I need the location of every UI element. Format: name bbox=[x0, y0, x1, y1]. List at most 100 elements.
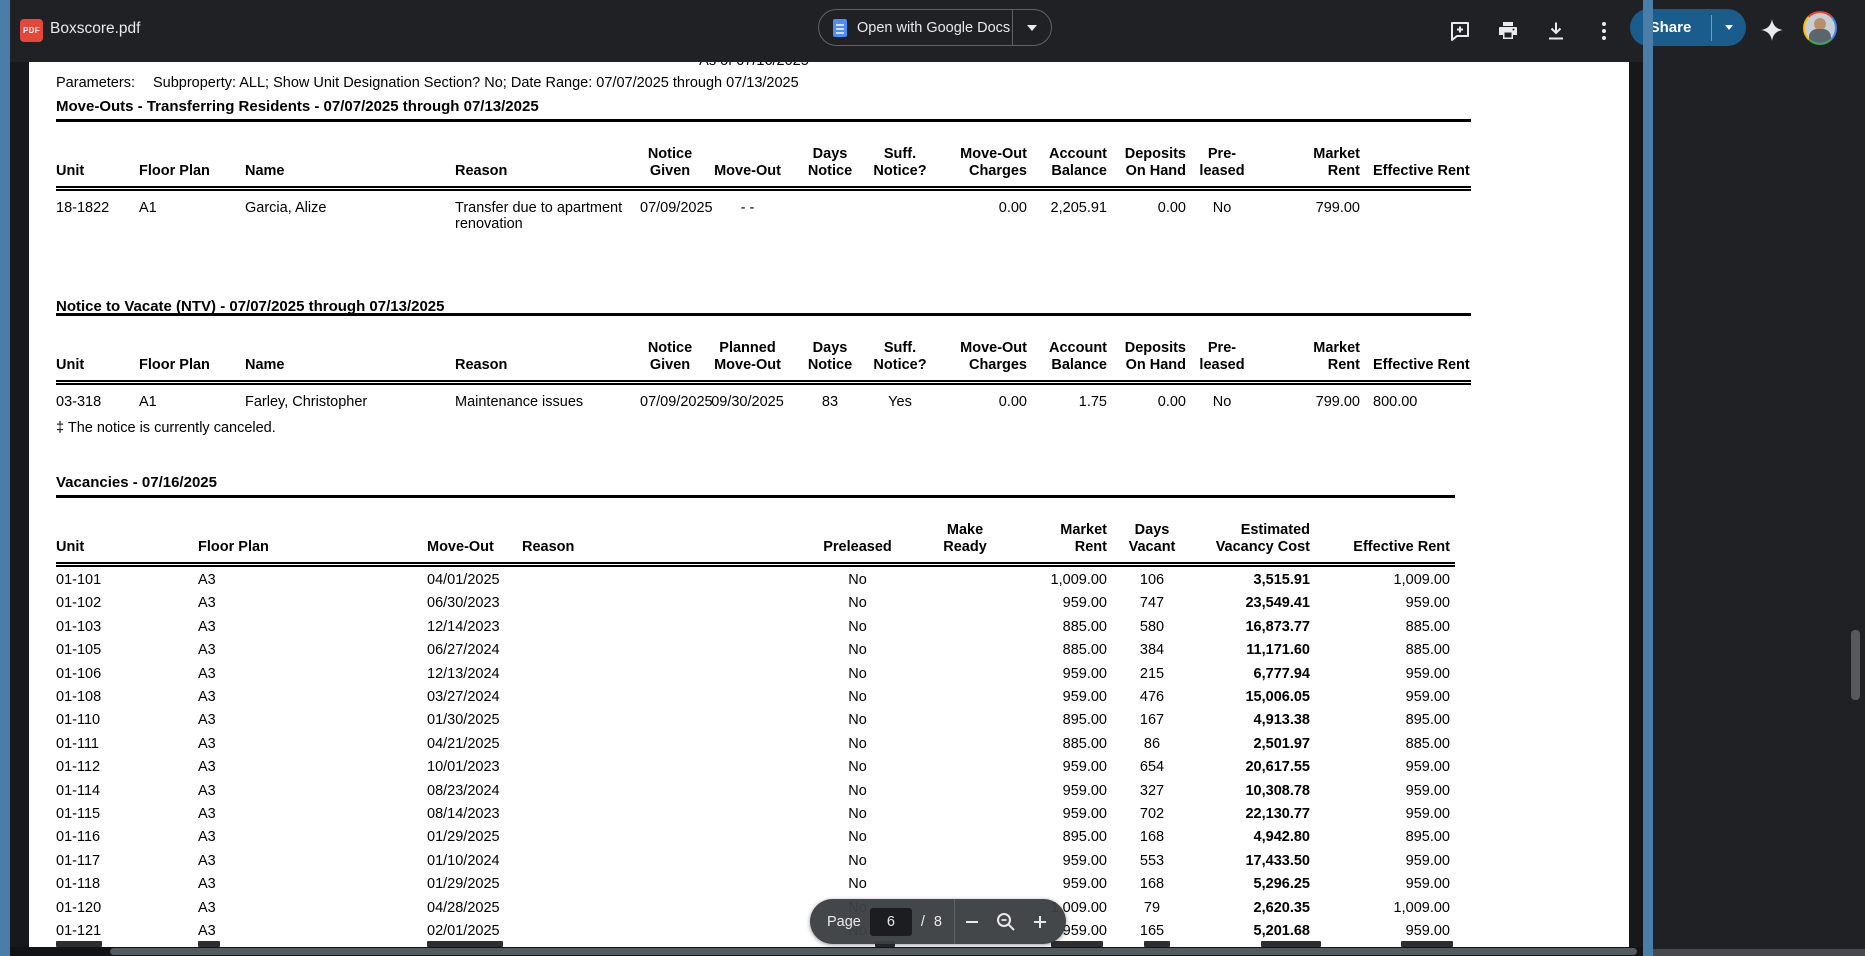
horizontal-scrollbar-thumb[interactable] bbox=[110, 948, 1637, 955]
column-header: Deposits On Hand bbox=[1112, 314, 1191, 385]
add-comment-icon bbox=[1451, 22, 1469, 41]
cell-reason bbox=[522, 873, 795, 896]
cell-preleased: No bbox=[848, 712, 867, 729]
add-comment-button[interactable] bbox=[1445, 16, 1475, 46]
cell-move_out: 03/27/2024 bbox=[427, 689, 500, 706]
cell-reason bbox=[522, 663, 795, 686]
cell-days_vacant: 327 bbox=[1139, 782, 1165, 799]
header-row: Unit Floor Plan Move-Out Reason Preleased Mak… bbox=[56, 496, 1455, 567]
cell-days_vacant: 165 bbox=[1139, 923, 1165, 940]
column-header: Deposits On Hand bbox=[1112, 120, 1191, 191]
cell-effective_rent: 959.00 bbox=[1405, 876, 1450, 893]
cell-unit: 01-114 bbox=[56, 782, 101, 799]
column-header: Market Rent bbox=[1253, 120, 1365, 191]
column-header: Pre- leased bbox=[1191, 314, 1253, 385]
cell-market_rent: 1,009.00 bbox=[1050, 572, 1107, 588]
cell-account_balance: 1.75 bbox=[1078, 394, 1107, 410]
cell-days_vacant: 79 bbox=[1143, 899, 1161, 916]
download-button[interactable] bbox=[1541, 16, 1571, 46]
cell-reason bbox=[522, 709, 795, 732]
page-number-input[interactable]: 6 bbox=[869, 907, 912, 936]
cell-reason bbox=[522, 686, 795, 709]
table-row: 01-111 A3 04/21/2025 No 885.00 86 2,501.97 885.… bbox=[56, 733, 1455, 756]
print-button[interactable] bbox=[1493, 16, 1523, 46]
cell-days_vacant: 580 bbox=[1139, 618, 1165, 635]
cell-market_rent: 959.00 bbox=[1062, 595, 1107, 612]
cell-days_vacant: 168 bbox=[1139, 876, 1165, 893]
outer-horizontal-scrollbar[interactable] bbox=[1653, 949, 1865, 956]
zoom-out-button[interactable] bbox=[955, 905, 989, 939]
chevron-down-icon bbox=[1725, 25, 1733, 30]
cell-move_out: 12/14/2023 bbox=[427, 618, 500, 635]
share-dropdown[interactable] bbox=[1712, 25, 1746, 30]
cell-effective_rent: 885.00 bbox=[1405, 642, 1450, 659]
table-row: 01-101 A3 04/01/2025 No 1,009.00 106 3,515.91 1… bbox=[56, 565, 1455, 593]
cell-make_ready bbox=[920, 592, 1010, 615]
cell-floor_plan: A3 bbox=[198, 899, 216, 916]
cell-days_vacant: 384 bbox=[1139, 642, 1165, 659]
split-divider-right[interactable] bbox=[1643, 0, 1653, 956]
cell-preleased: No bbox=[848, 852, 867, 869]
cell-est_vacancy_cost: 4,942.80 bbox=[1253, 829, 1310, 846]
cell-unit: 01-106 bbox=[56, 665, 102, 682]
print-icon bbox=[1499, 22, 1517, 39]
ntv-footnote: ‡ The notice is currently canceled. bbox=[56, 420, 276, 436]
split-divider-left[interactable] bbox=[0, 0, 10, 956]
cell-deposits_on_hand: 0.00 bbox=[1157, 394, 1186, 410]
cell-days_vacant: 702 bbox=[1139, 806, 1165, 823]
cell-est_vacancy_cost: 15,006.05 bbox=[1245, 689, 1310, 706]
cell-unit: 01-120 bbox=[56, 899, 102, 916]
cell-floor_plan: A3 bbox=[198, 642, 216, 659]
column-header: Suff. Notice? bbox=[865, 120, 935, 191]
cell-floor_plan: A3 bbox=[198, 572, 216, 588]
page-total: 8 bbox=[933, 913, 942, 930]
cell-est_vacancy_cost: 2,620.35 bbox=[1253, 899, 1310, 916]
column-header: Floor Plan bbox=[139, 120, 245, 191]
account-avatar[interactable] bbox=[1803, 11, 1837, 45]
cell-est_vacancy_cost: 23,549.41 bbox=[1245, 595, 1310, 612]
cell-effective_rent: 959.00 bbox=[1405, 689, 1450, 706]
cell-effective_rent: 1,009.00 bbox=[1393, 572, 1450, 588]
cell-reason bbox=[522, 639, 795, 662]
cell-effective_rent: 959.00 bbox=[1405, 852, 1450, 869]
open-with-google-docs-button[interactable]: Open with Google Docs bbox=[818, 9, 1052, 46]
top-bar: PDF Boxscore.pdf Open with Google Docs S… bbox=[0, 0, 1865, 62]
cell-floor_plan: A3 bbox=[198, 689, 216, 706]
cell-move_out: 01/29/2025 bbox=[427, 829, 500, 846]
column-header: Reason bbox=[455, 314, 640, 385]
cell-make_ready bbox=[920, 686, 1010, 709]
cell-reason bbox=[522, 920, 795, 943]
document-title: Boxscore.pdf bbox=[50, 20, 141, 37]
zoom-in-button[interactable] bbox=[1023, 905, 1057, 939]
cell-effective_rent bbox=[1365, 189, 1471, 233]
cell-market_rent: 799.00 bbox=[1315, 200, 1360, 216]
cell-preleased: No bbox=[848, 782, 867, 799]
fit-zoom-button[interactable] bbox=[989, 905, 1023, 939]
cell-unit: 01-108 bbox=[56, 689, 102, 706]
table-row: 01-102 A3 06/30/2023 No 959.00 747 23,549.41 95… bbox=[56, 592, 1455, 615]
cell-unit: 01-105 bbox=[56, 642, 102, 659]
cell-effective_rent: 1,009.00 bbox=[1393, 899, 1450, 916]
cell-market_rent: 895.00 bbox=[1062, 829, 1107, 846]
pdf-page: As of 07/16/2025 Parameters: Subproperty:… bbox=[29, 62, 1629, 947]
cell-unit: 01-115 bbox=[56, 806, 101, 823]
vertical-scrollbar-thumb[interactable] bbox=[1851, 630, 1860, 700]
cell-days_notice: 83 bbox=[821, 394, 839, 410]
cell-preleased: No bbox=[848, 806, 867, 823]
more-options-button[interactable] bbox=[1589, 16, 1619, 46]
cell-floor_plan: A3 bbox=[198, 735, 216, 752]
column-header: Pre- leased bbox=[1191, 120, 1253, 191]
google-docs-icon bbox=[833, 18, 847, 37]
cell-make_ready bbox=[920, 826, 1010, 849]
cell-floor_plan: A3 bbox=[198, 595, 216, 612]
cell-move_out: 09/30/2025 bbox=[711, 394, 784, 410]
cell-name: Garcia, Alize bbox=[245, 200, 327, 216]
pdf-file-icon: PDF bbox=[20, 19, 43, 42]
table-row: 01-108 A3 03/27/2024 No 959.00 476 15,006.05 95… bbox=[56, 686, 1455, 709]
cell-unit: 01-117 bbox=[56, 852, 101, 869]
cell-floor_plan: A3 bbox=[198, 665, 216, 682]
gemini-button[interactable] bbox=[1757, 15, 1787, 45]
cell-days_notice bbox=[795, 189, 865, 233]
open-with-dropdown[interactable] bbox=[1013, 24, 1051, 31]
cell-move_out: 06/30/2023 bbox=[427, 595, 500, 612]
